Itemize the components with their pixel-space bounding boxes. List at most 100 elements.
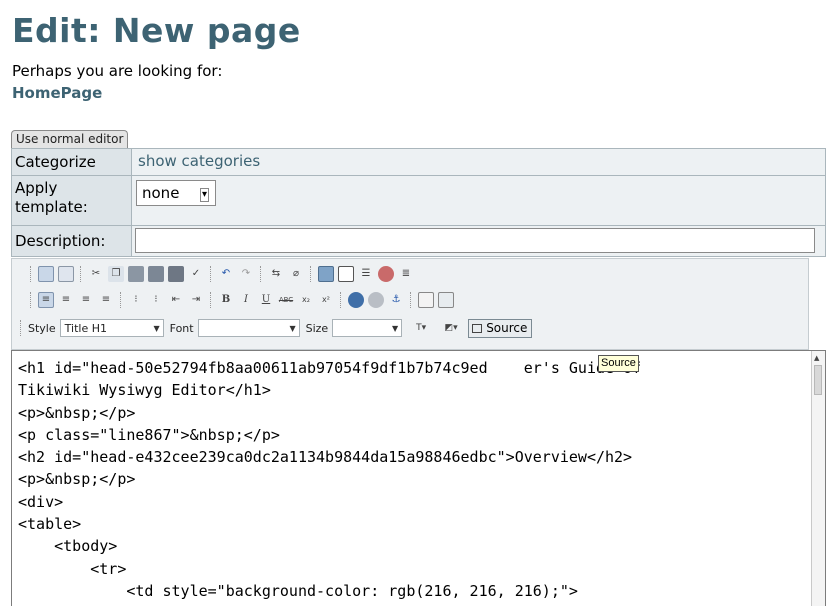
template-select-value: none: [142, 184, 180, 202]
table-icon[interactable]: [338, 266, 354, 282]
paste-icon[interactable]: [128, 266, 144, 282]
scroll-up-arrow-icon[interactable]: ▲: [814, 353, 822, 363]
source-code-line: <p>&nbsp;</p>: [18, 470, 136, 489]
special-char-icon[interactable]: ≣: [398, 266, 414, 282]
remove-format-icon[interactable]: ⌀: [288, 266, 304, 282]
dropdown-arrow-icon: ▼: [153, 324, 160, 333]
categorize-row: Categorize show categories: [11, 148, 826, 176]
toolbar-grip: [20, 320, 23, 336]
source-code-line: <h2 id="head-e432cee239ca0dc2a1134b9844d…: [18, 448, 633, 467]
indent-icon[interactable]: ⇥: [188, 292, 204, 308]
suggestion-text: Perhaps you are looking for:: [12, 62, 223, 80]
style-select[interactable]: Title H1 ▼: [59, 319, 164, 337]
template-row: Apply template: none ▾: [11, 175, 826, 226]
template-label: Apply template:: [11, 175, 132, 226]
italic-icon[interactable]: I: [238, 292, 254, 308]
outdent-icon[interactable]: ⇤: [168, 292, 184, 308]
description-cell: [131, 225, 826, 257]
image-icon[interactable]: [318, 266, 334, 282]
source-code-line: Tikiwiki Wysiwyg Editor</h1>: [18, 381, 271, 400]
use-normal-editor-button[interactable]: Use normal editor: [11, 130, 129, 148]
source-code-line: <div>: [18, 492, 64, 511]
source-button[interactable]: Source: [468, 318, 533, 338]
source-code-line: <tr>: [18, 559, 127, 578]
toolbar-separator: [410, 292, 413, 308]
editor-toolbar: ✂ ❐ ✓ ↶ ↷ ⇆ ⌀ ☰ ≣ ≡ ≡ ≡ ≡ ⁝ ⁝ ⇤ ⇥ B I U …: [11, 258, 809, 350]
templates-icon[interactable]: [58, 266, 74, 282]
source-code-line: <h1 id="head-50e52794fb8aa00611ab97054f9…: [18, 359, 642, 377]
align-justify-icon[interactable]: ≡: [98, 292, 114, 308]
cut-icon[interactable]: ✂: [88, 266, 104, 282]
dropdown-arrow-icon: ▼: [289, 324, 296, 333]
source-code-line: <td style="background-color: rgb(216, 21…: [18, 581, 578, 600]
source-code-line: <p class="line867">&nbsp;</p>: [18, 425, 280, 444]
toolbar-separator: [120, 292, 123, 308]
find-replace-icon[interactable]: ⇆: [268, 266, 284, 282]
strikethrough-icon[interactable]: ABC: [278, 292, 294, 308]
vertical-scrollbar[interactable]: ▲: [811, 351, 825, 606]
spellcheck-icon[interactable]: ✓: [188, 266, 204, 282]
ordered-list-icon[interactable]: ⁝: [128, 292, 144, 308]
preview-icon[interactable]: [38, 266, 54, 282]
source-icon: [472, 323, 483, 333]
size-select[interactable]: ▼: [332, 319, 403, 337]
align-center-icon[interactable]: ≡: [58, 292, 74, 308]
print-icon[interactable]: [168, 266, 184, 282]
subscript-icon[interactable]: x₂: [298, 292, 314, 308]
anchor-icon[interactable]: ⚓: [388, 292, 404, 308]
source-code-line: <tbody>: [18, 537, 118, 556]
align-left-icon[interactable]: ≡: [38, 292, 54, 308]
template-cell: none ▾: [131, 175, 826, 226]
unlink-icon[interactable]: [368, 292, 384, 308]
dropdown-arrow-icon: ▾: [199, 188, 209, 202]
text-color-icon[interactable]: T▾: [408, 320, 434, 336]
toolbar-separator: [210, 266, 213, 282]
source-code-line: <p>&nbsp;</p>: [18, 403, 136, 422]
template-select[interactable]: none ▾: [136, 180, 216, 206]
source-code-text[interactable]: <h1 id="head-50e52794fb8aa00611ab97054f9…: [18, 357, 808, 602]
categorize-cell: show categories: [131, 148, 826, 176]
link-icon[interactable]: [348, 292, 364, 308]
copy-icon[interactable]: ❐: [108, 266, 124, 282]
size-label: Size: [305, 321, 329, 335]
description-label: Description:: [11, 225, 132, 257]
toolbar-row-2: ≡ ≡ ≡ ≡ ⁝ ⁝ ⇤ ⇥ B I U ABC x₂ x² ⚓: [28, 289, 458, 311]
paste-text-icon[interactable]: [148, 266, 164, 282]
font-label: Font: [169, 321, 194, 335]
toolbar-separator: [80, 266, 83, 282]
background-color-icon[interactable]: ◩▾: [438, 320, 464, 336]
smiley-icon[interactable]: [378, 266, 394, 282]
align-right-icon[interactable]: ≡: [78, 292, 94, 308]
scrollbar-thumb[interactable]: [814, 365, 822, 395]
superscript-icon[interactable]: x²: [318, 292, 334, 308]
description-input[interactable]: [135, 228, 815, 253]
source-button-label: Source: [486, 321, 528, 335]
toolbar-separator: [210, 292, 213, 308]
toolbar-row-3: Style Title H1 ▼ Font ▼ Size ▼ T▾ ◩▾ Sou…: [18, 317, 533, 339]
dropdown-arrow-icon: ▼: [392, 324, 399, 333]
description-row: Description:: [11, 225, 826, 257]
toolbar-separator: [260, 266, 263, 282]
style-label: Style: [28, 321, 56, 335]
categorize-label: Categorize: [11, 148, 132, 176]
style-select-value: Title H1: [64, 322, 107, 335]
suggestion-link-homepage[interactable]: HomePage: [12, 84, 102, 102]
redo-icon[interactable]: ↷: [238, 266, 254, 282]
source-editor[interactable]: <h1 id="head-50e52794fb8aa00611ab97054f9…: [11, 350, 826, 606]
toolbar-grip: [30, 292, 33, 308]
page-title: Edit: New page: [12, 11, 301, 50]
underline-icon[interactable]: U: [258, 292, 274, 308]
fullscreen-icon[interactable]: [438, 292, 454, 308]
bullet-list-icon[interactable]: ⁝: [148, 292, 164, 308]
toolbar-row-1: ✂ ❐ ✓ ↶ ↷ ⇆ ⌀ ☰ ≣: [28, 263, 418, 285]
save-icon[interactable]: [418, 292, 434, 308]
source-code-line: <table>: [18, 515, 82, 534]
horizontal-rule-icon[interactable]: ☰: [358, 266, 374, 282]
toolbar-separator: [340, 292, 343, 308]
show-categories-link[interactable]: show categories: [132, 152, 260, 170]
undo-icon[interactable]: ↶: [218, 266, 234, 282]
bold-icon[interactable]: B: [218, 292, 234, 308]
toolbar-separator: [310, 266, 313, 282]
font-select[interactable]: ▼: [197, 319, 300, 337]
source-tooltip: Source: [598, 355, 639, 372]
